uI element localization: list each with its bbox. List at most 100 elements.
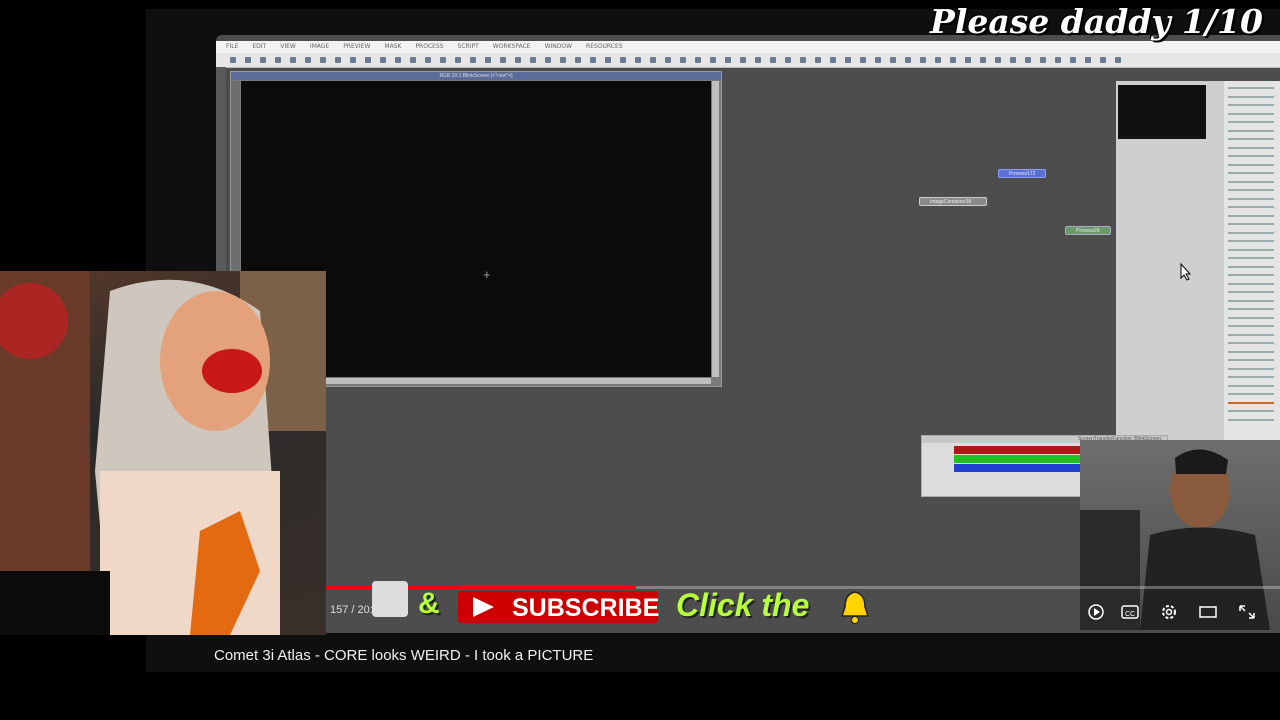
toolbar-button[interactable]	[395, 57, 401, 63]
menu-item[interactable]: VIEW	[280, 41, 296, 53]
toolbar-button[interactable]	[950, 57, 956, 63]
list-item[interactable]	[1228, 240, 1274, 242]
toolbar-button[interactable]	[785, 57, 791, 63]
menu-item[interactable]: SCRIPT	[458, 41, 479, 53]
toolbar-button[interactable]	[560, 57, 566, 63]
menu-item[interactable]: EDIT	[252, 41, 266, 53]
toolbar-button[interactable]	[845, 57, 851, 63]
list-item[interactable]	[1228, 223, 1274, 225]
list-item[interactable]	[1228, 410, 1274, 412]
toolbar-button[interactable]	[605, 57, 611, 63]
list-item[interactable]	[1228, 291, 1274, 293]
list-item[interactable]	[1228, 95, 1274, 98]
toolbar-button[interactable]	[305, 57, 311, 63]
list-item[interactable]	[1228, 308, 1274, 310]
image-container-node[interactable]: ImageContainer38	[919, 197, 987, 206]
toolbar-button[interactable]	[545, 57, 551, 63]
menu-item[interactable]: PROCESS	[415, 41, 443, 53]
toolbar-button[interactable]	[1115, 57, 1121, 63]
toolbar-button[interactable]	[365, 57, 371, 63]
list-item[interactable]	[1228, 325, 1274, 327]
list-item[interactable]	[1228, 274, 1274, 276]
list-item[interactable]	[1228, 342, 1274, 344]
list-item[interactable]	[1228, 384, 1274, 387]
toolbar-button[interactable]	[620, 57, 626, 63]
list-item[interactable]	[1228, 231, 1274, 234]
toolbar-button[interactable]	[650, 57, 656, 63]
list-item[interactable]	[1228, 214, 1274, 217]
toolbar-button[interactable]	[1070, 57, 1076, 63]
list-item[interactable]	[1228, 87, 1274, 89]
file-list-panel[interactable]	[1224, 81, 1280, 443]
list-item[interactable]	[1228, 393, 1274, 395]
toolbar-button[interactable]	[230, 57, 236, 63]
toolbar-button[interactable]	[350, 57, 356, 63]
list-item[interactable]	[1228, 316, 1274, 319]
toolbar-button[interactable]	[335, 57, 341, 63]
toolbar-button[interactable]	[1085, 57, 1091, 63]
toolbar-button[interactable]	[1040, 57, 1046, 63]
toolbar-button[interactable]	[575, 57, 581, 63]
list-item[interactable]	[1228, 155, 1274, 157]
toolbar-button[interactable]	[890, 57, 896, 63]
toolbar-button[interactable]	[440, 57, 446, 63]
toolbar-button[interactable]	[485, 57, 491, 63]
subscribe-button[interactable]: SUBSCRIBE	[458, 591, 659, 623]
toolbar-button[interactable]	[590, 57, 596, 63]
list-item[interactable]	[1228, 418, 1274, 421]
menu-item[interactable]: WORKSPACE	[493, 41, 531, 53]
menu-item[interactable]: FILE	[226, 41, 238, 53]
toolbar-button[interactable]	[635, 57, 641, 63]
toolbar-button[interactable]	[830, 57, 836, 63]
menu-item[interactable]: PREVIEW	[343, 41, 370, 53]
list-item[interactable]	[1228, 189, 1274, 191]
list-item[interactable]	[1228, 376, 1274, 378]
list-item[interactable]	[1228, 257, 1274, 259]
toolbar-button[interactable]	[380, 57, 386, 63]
toolbar-button[interactable]	[665, 57, 671, 63]
list-item[interactable]	[1228, 172, 1274, 174]
list-item[interactable]	[1228, 282, 1274, 285]
list-item[interactable]	[1228, 350, 1274, 353]
process-node[interactable]: Process172	[998, 169, 1046, 178]
toolbar-button[interactable]	[470, 57, 476, 63]
toolbar-button[interactable]	[875, 57, 881, 63]
list-item[interactable]	[1228, 104, 1274, 106]
theater-button[interactable]	[1198, 603, 1218, 621]
fullscreen-button[interactable]	[1237, 603, 1257, 621]
toolbar-button[interactable]	[260, 57, 266, 63]
toolbar-button[interactable]	[920, 57, 926, 63]
toolbar-button[interactable]	[245, 57, 251, 63]
toolbar-button[interactable]	[770, 57, 776, 63]
toolbar-button[interactable]	[320, 57, 326, 63]
toolbar-button[interactable]	[290, 57, 296, 63]
list-item[interactable]	[1228, 299, 1274, 302]
toolbar-button[interactable]	[695, 57, 701, 63]
menu-item[interactable]: WINDOW	[545, 41, 572, 53]
list-item[interactable]	[1228, 197, 1274, 200]
toolbar-button[interactable]	[725, 57, 731, 63]
toolbar-button[interactable]	[500, 57, 506, 63]
toolbar-button[interactable]	[740, 57, 746, 63]
toolbar-button[interactable]	[1100, 57, 1106, 63]
list-item[interactable]	[1228, 112, 1274, 115]
list-item[interactable]	[1228, 121, 1274, 123]
toolbar-button[interactable]	[965, 57, 971, 63]
toolbar-button[interactable]	[860, 57, 866, 63]
list-item[interactable]	[1228, 180, 1274, 183]
list-item[interactable]	[1228, 163, 1274, 166]
list-item[interactable]	[1228, 248, 1274, 251]
toolbar-button[interactable]	[815, 57, 821, 63]
toolbar-button[interactable]	[275, 57, 281, 63]
menu-item[interactable]: IMAGE	[310, 41, 329, 53]
captions-button[interactable]: CC	[1120, 603, 1140, 621]
list-item[interactable]	[1228, 146, 1274, 149]
toolbar-button[interactable]	[530, 57, 536, 63]
toolbar-button[interactable]	[755, 57, 761, 63]
toolbar-button[interactable]	[1010, 57, 1016, 63]
toolbar-button[interactable]	[980, 57, 986, 63]
preview-thumbnail[interactable]	[1118, 85, 1206, 139]
toolbar-button[interactable]	[455, 57, 461, 63]
toolbar-button[interactable]	[425, 57, 431, 63]
toolbar-button[interactable]	[1025, 57, 1031, 63]
